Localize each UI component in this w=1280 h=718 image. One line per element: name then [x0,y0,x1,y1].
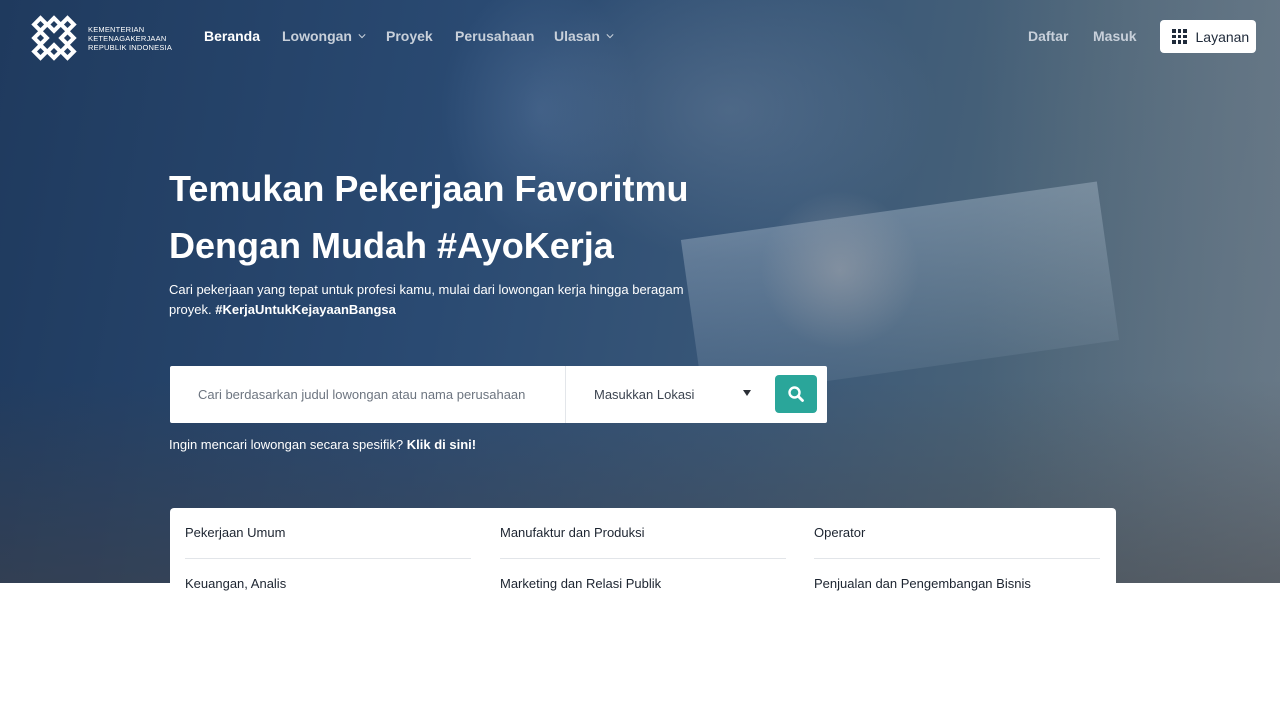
location-placeholder: Masukkan Lokasi [594,387,695,402]
layanan-label: Layanan [1195,28,1250,45]
advanced-search-link[interactable]: Klik di sini! [407,437,476,452]
ministry-name: KEMENTERIAN KETENAGAKERJAAN REPUBLIK IND… [88,24,173,52]
search-button[interactable] [775,375,817,413]
top-navbar: KEMENTERIAN KETENAGAKERJAAN REPUBLIK IND… [0,0,1280,75]
daftar-link[interactable]: Daftar [1028,28,1068,44]
hero-subtitle: Cari pekerjaan yang tepat untuk profesi … [169,282,684,317]
masuk-link[interactable]: Masuk [1093,28,1137,44]
ministry-emblem-icon [31,15,77,61]
divider [185,558,471,559]
advanced-search-hint: Ingin mencari lowongan secara spesifik? … [169,437,477,452]
job-search-input[interactable] [170,366,565,423]
location-select[interactable]: Masukkan Lokasi [566,366,762,423]
category-item[interactable]: Operator [814,525,865,540]
nav-perusahaan[interactable]: Perusahaan [455,28,534,44]
layanan-button[interactable]: Layanan [1160,20,1256,53]
category-item[interactable]: Keuangan, Analis [185,576,286,591]
category-item[interactable]: Pekerjaan Umum [185,525,285,540]
divider [500,558,786,559]
category-item[interactable]: Penjualan dan Pengembangan Bisnis [814,576,1031,591]
nav-ulasan[interactable]: Ulasan [554,28,614,44]
category-card: Pekerjaan Umum Manufaktur dan Produksi O… [170,508,1116,594]
hero-hashtag: #KerjaUntukKejayaanBangsa [215,302,396,317]
category-item[interactable]: Marketing dan Relasi Publik [500,576,661,591]
divider [814,558,1100,559]
nav-lowongan[interactable]: Lowongan [282,28,366,44]
nav-beranda[interactable]: Beranda [204,28,260,44]
apps-grid-icon [1172,29,1187,44]
search-bar: Masukkan Lokasi [170,366,827,423]
category-item[interactable]: Manufaktur dan Produksi [500,525,645,540]
chevron-down-icon [358,34,366,39]
nav-proyek[interactable]: Proyek [386,28,433,44]
chevron-down-icon [606,34,614,39]
ministry-logo[interactable]: KEMENTERIAN KETENAGAKERJAAN REPUBLIK IND… [28,12,172,64]
caret-down-icon [743,390,751,396]
hero-title: Temukan Pekerjaan Favoritmu Dengan Mudah… [169,168,689,266]
search-icon [788,386,804,402]
